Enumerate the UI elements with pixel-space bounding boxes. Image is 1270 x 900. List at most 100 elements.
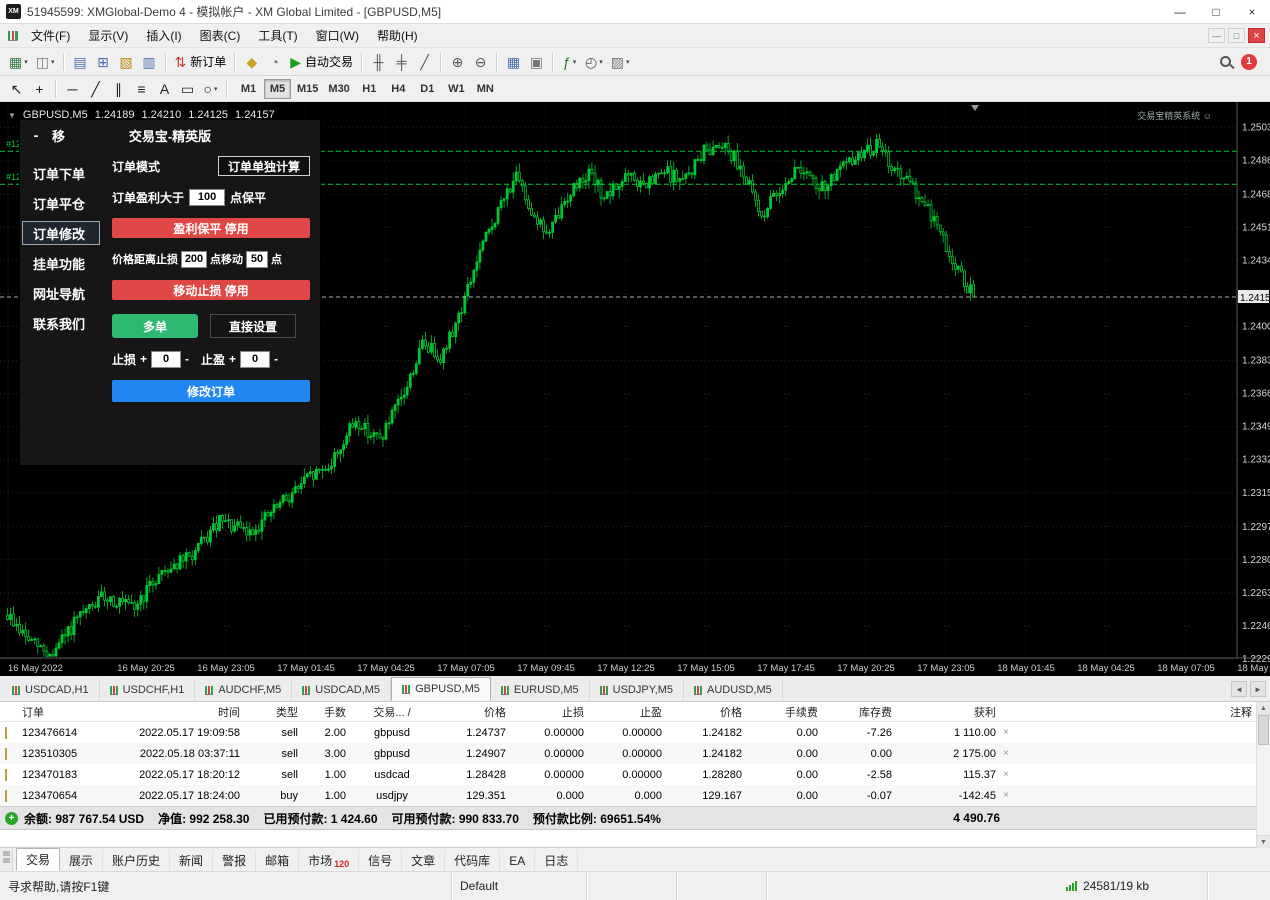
tp-minus-icon[interactable]: - xyxy=(274,352,278,366)
chart-tab[interactable]: USDCAD,H1 xyxy=(2,679,100,701)
text-button[interactable]: A xyxy=(153,78,176,100)
breakeven-toggle-button[interactable]: 盈利保平 停用 xyxy=(112,218,310,238)
search-icon[interactable] xyxy=(1220,56,1231,67)
profit-threshold-input[interactable] xyxy=(189,189,225,206)
close-order-icon[interactable]: × xyxy=(1000,790,1018,801)
panel-menu-item[interactable]: 挂单功能 xyxy=(22,251,100,275)
profiles-button[interactable]: ◫▾ xyxy=(32,51,59,73)
market-watch-button[interactable]: ▤ xyxy=(69,51,92,73)
periods-button[interactable]: ◴▾ xyxy=(581,51,607,73)
strategy-tester-button[interactable]: ◔ xyxy=(263,51,286,73)
sl-plus-icon[interactable]: + xyxy=(140,352,147,366)
template-button[interactable]: ▨▾ xyxy=(607,51,634,73)
cursor-button[interactable]: ↖ xyxy=(5,78,28,100)
zoom-in-button[interactable]: ⊕ xyxy=(446,51,469,73)
terminal-tab-账户历史[interactable]: 账户历史 xyxy=(103,850,170,871)
scrollbar-track[interactable] xyxy=(1257,715,1270,835)
panel-titlebar[interactable]: - 移 交易宝-精英版 xyxy=(20,120,320,144)
terminal-tab-展示[interactable]: 展示 xyxy=(60,850,103,871)
chart-tab[interactable]: AUDUSD,M5 xyxy=(684,679,783,701)
menu-tools[interactable]: 工具(T) xyxy=(249,24,306,47)
order-row[interactable]: 1235103052022.05.18 03:37:11sell3.00gbpu… xyxy=(0,743,1270,764)
timeframe-M15[interactable]: M15 xyxy=(293,79,322,99)
horizontal-line-button[interactable]: ─ xyxy=(61,78,84,100)
arrange-windows-button[interactable]: ▣ xyxy=(525,51,548,73)
order-row[interactable]: 1234706542022.05.17 18:24:00buy1.00usdjp… xyxy=(0,785,1270,806)
data-window-button[interactable]: ⊞ xyxy=(92,51,115,73)
modify-order-button[interactable]: 修改订单 xyxy=(112,380,310,402)
trail-distance-input[interactable] xyxy=(181,251,207,268)
col-time[interactable]: 时间 xyxy=(110,704,244,720)
tile-windows-button[interactable]: ▦ xyxy=(502,51,525,73)
timeframe-M5[interactable]: M5 xyxy=(264,79,291,99)
trendline-button[interactable]: ╱ xyxy=(84,78,107,100)
scroll-up-icon[interactable]: ▲ xyxy=(1257,702,1270,715)
trailing-stop-toggle-button[interactable]: 移动止损 停用 xyxy=(112,280,310,300)
sl-minus-icon[interactable]: - xyxy=(185,352,189,366)
mdi-minimize-icon[interactable]: — xyxy=(1208,28,1225,43)
timeframe-M30[interactable]: M30 xyxy=(324,79,353,99)
menu-help[interactable]: 帮助(H) xyxy=(368,24,427,47)
chart-tab[interactable]: EURUSD,M5 xyxy=(491,679,590,701)
zoom-out-button[interactable]: ⊖ xyxy=(469,51,492,73)
terminal-tab-交易[interactable]: 交易 xyxy=(16,848,60,871)
terminal-tab-信号[interactable]: 信号 xyxy=(359,850,402,871)
shapes-button[interactable]: ○▾ xyxy=(199,78,222,100)
panel-minimize-icon[interactable]: - xyxy=(28,128,44,142)
chevron-down-icon[interactable]: ▼ xyxy=(8,111,16,120)
timeframe-W1[interactable]: W1 xyxy=(443,79,470,99)
tp-input[interactable] xyxy=(240,351,270,368)
col-type[interactable]: 类型 xyxy=(244,704,302,720)
chart-tab[interactable]: USDCAD,M5 xyxy=(292,679,391,701)
new-order-button[interactable]: ⇅新订单 xyxy=(171,51,231,73)
trail-step-input[interactable] xyxy=(246,251,268,268)
arrow-label-button[interactable]: ▭ xyxy=(176,78,199,100)
fibonacci-button[interactable]: ≡ xyxy=(130,78,153,100)
col-symbol[interactable]: 交易... / xyxy=(350,704,434,720)
menu-window[interactable]: 窗口(W) xyxy=(307,24,368,47)
channel-button[interactable]: ∥ xyxy=(107,78,130,100)
crosshair-button[interactable]: + xyxy=(28,78,51,100)
candlestick-chart-button[interactable]: ╪ xyxy=(390,51,413,73)
close-order-icon[interactable]: × xyxy=(1000,769,1018,780)
chart-tab[interactable]: USDCHF,H1 xyxy=(100,679,196,701)
terminal-scrollbar[interactable]: ▲ ▼ xyxy=(1256,702,1270,848)
panel-menu-item[interactable]: 网址导航 xyxy=(22,281,100,305)
metaeditor-button[interactable]: ◆ xyxy=(240,51,263,73)
panel-drag-handle[interactable]: 移 xyxy=(52,126,65,145)
sl-input[interactable] xyxy=(151,351,181,368)
terminal-tab-邮箱[interactable]: 邮箱 xyxy=(256,850,299,871)
indicators-button[interactable]: ƒ▾ xyxy=(558,51,581,73)
menu-charts[interactable]: 图表(C) xyxy=(191,24,250,47)
menu-insert[interactable]: 插入(I) xyxy=(137,24,190,47)
panel-menu-item[interactable]: 订单下单 xyxy=(22,161,100,185)
notification-badge[interactable]: 1 xyxy=(1241,54,1257,70)
scrollbar-thumb[interactable] xyxy=(1258,715,1269,745)
col-commission[interactable]: 手续费 xyxy=(746,704,822,720)
col-profit[interactable]: 获利 xyxy=(896,704,1000,720)
terminal-tab-代码库[interactable]: 代码库 xyxy=(445,850,500,871)
order-row[interactable]: 1234701832022.05.17 18:20:12sell1.00usdc… xyxy=(0,764,1270,785)
panel-menu-item[interactable]: 联系我们 xyxy=(22,311,100,335)
terminal-tab-警报[interactable]: 警报 xyxy=(213,850,256,871)
timeframe-M1[interactable]: M1 xyxy=(235,79,262,99)
col-order[interactable]: 订单 xyxy=(18,704,110,720)
terminal-tab-市场[interactable]: 市场120 xyxy=(299,850,359,871)
col-swap[interactable]: 库存费 xyxy=(822,704,896,720)
menu-view[interactable]: 显示(V) xyxy=(79,24,137,47)
scroll-down-icon[interactable]: ▼ xyxy=(1257,835,1270,848)
col-tp[interactable]: 止盈 xyxy=(588,704,666,720)
minimize-icon[interactable]: — xyxy=(1162,0,1198,23)
timeframe-D1[interactable]: D1 xyxy=(414,79,441,99)
order-row[interactable]: 1234766142022.05.17 19:09:58sell2.00gbpu… xyxy=(0,722,1270,743)
col-open-price[interactable]: 价格 xyxy=(434,704,510,720)
panel-menu-item[interactable]: 订单平仓 xyxy=(22,191,100,215)
chart-window-icon[interactable] xyxy=(8,31,18,41)
col-comment[interactable]: 注释 xyxy=(1018,704,1270,720)
terminal-dock-strip[interactable] xyxy=(0,848,13,871)
close-order-icon[interactable]: × xyxy=(1000,748,1018,759)
chart-tab[interactable]: AUDCHF,M5 xyxy=(195,679,292,701)
chart-area[interactable]: #123510305 sell 3.00#123476614 sell 2.00… xyxy=(0,102,1270,676)
mdi-close-icon[interactable]: × xyxy=(1248,28,1265,43)
maximize-icon[interactable]: □ xyxy=(1198,0,1234,23)
